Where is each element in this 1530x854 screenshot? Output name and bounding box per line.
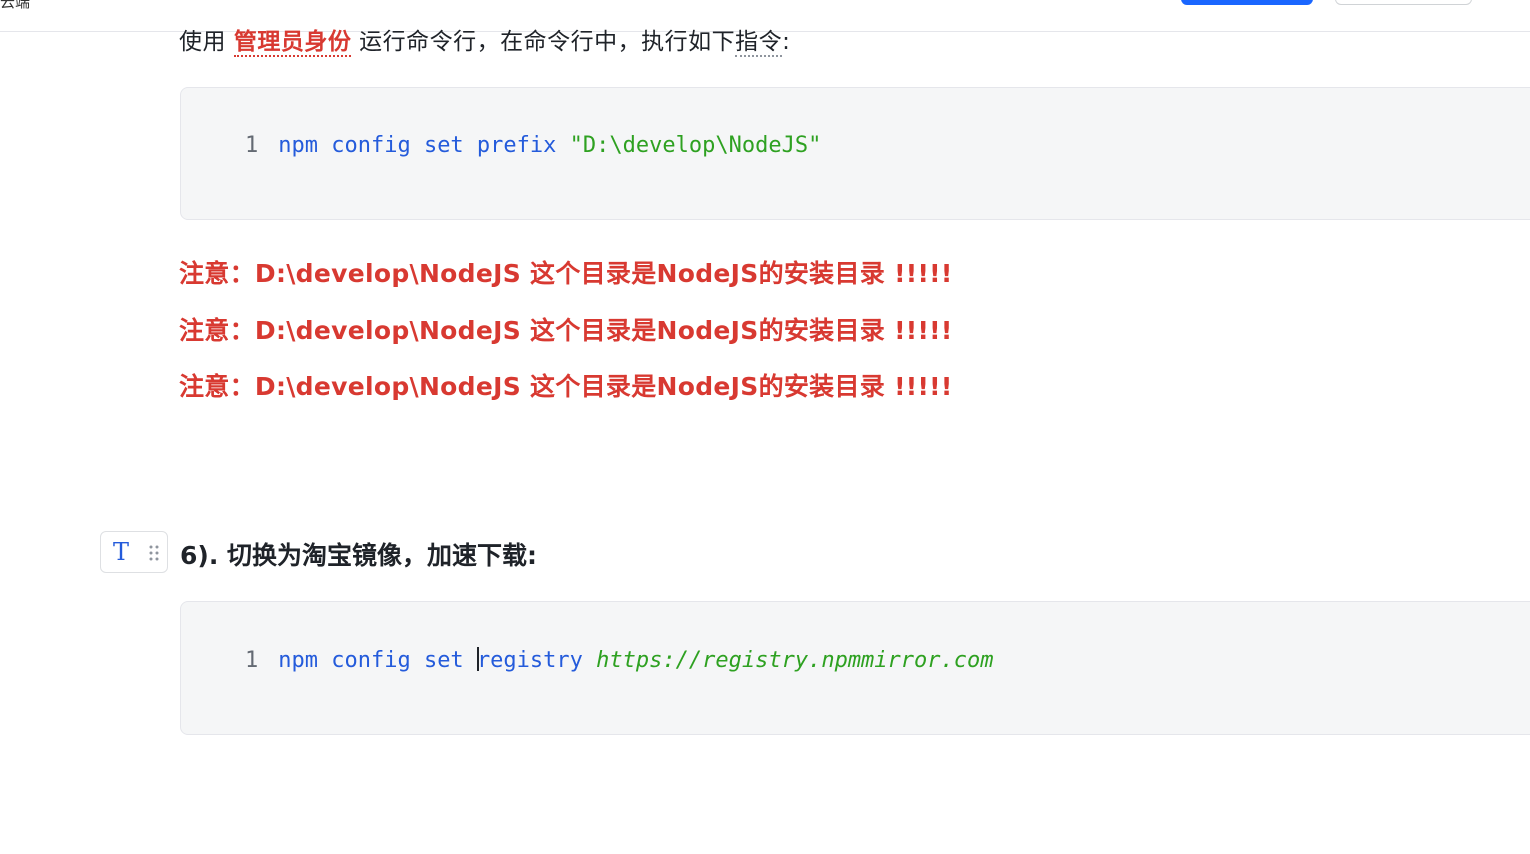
line-number: 1 xyxy=(245,133,259,158)
code-command: npm config set prefix xyxy=(278,133,557,158)
code-url-arg: https://registry.npmmirror.com xyxy=(596,648,994,673)
toolbar-label[interactable]: 云端 xyxy=(0,0,30,12)
intro-emphasis: 管理员身份 xyxy=(233,29,352,57)
code-block-registry[interactable]: 1 npm config set registry https://registr… xyxy=(180,601,1530,735)
code-line[interactable]: 1 npm config set prefix "D:\develop\NodeJ… xyxy=(245,133,821,158)
code-string-arg: "D:\develop\NodeJS" xyxy=(569,133,822,158)
warning-line-2: 注意：D:\develop\NodeJS 这个目录是NodeJS的安装目录 !!… xyxy=(179,316,953,345)
intro-prefix: 使用 xyxy=(179,29,226,55)
intro-middle: 运行命令行，在命令行中，执行如下 xyxy=(359,29,736,55)
warning-line-3: 注意：D:\develop\NodeJS 这个目录是NodeJS的安装目录 !!… xyxy=(179,372,953,401)
line-number: 1 xyxy=(245,648,259,673)
intro-underlined: 指令 xyxy=(735,29,783,57)
code-command: npm config set xyxy=(278,648,464,673)
block-handle[interactable]: T xyxy=(100,531,168,573)
drag-handle-icon[interactable] xyxy=(149,545,159,561)
intro-suffix: : xyxy=(782,29,791,55)
code-block-prefix[interactable]: 1 npm config set prefix "D:\develop\NodeJ… xyxy=(180,87,1530,220)
text-block-type-icon[interactable]: T xyxy=(113,538,129,566)
code-key: registry xyxy=(476,648,583,673)
intro-paragraph[interactable]: 使用 管理员身份 运行命令行，在命令行中，执行如下指令: xyxy=(179,22,791,57)
section-heading[interactable]: 6). 切换为淘宝镜像，加速下载: xyxy=(180,536,537,572)
warning-line-1: 注意：D:\develop\NodeJS 这个目录是NodeJS的安装目录 !!… xyxy=(179,259,953,288)
code-line[interactable]: 1 npm config set registry https://registr… xyxy=(245,647,994,673)
toolbar-primary-button[interactable] xyxy=(1181,0,1313,5)
toolbar-secondary-button[interactable] xyxy=(1335,0,1472,5)
